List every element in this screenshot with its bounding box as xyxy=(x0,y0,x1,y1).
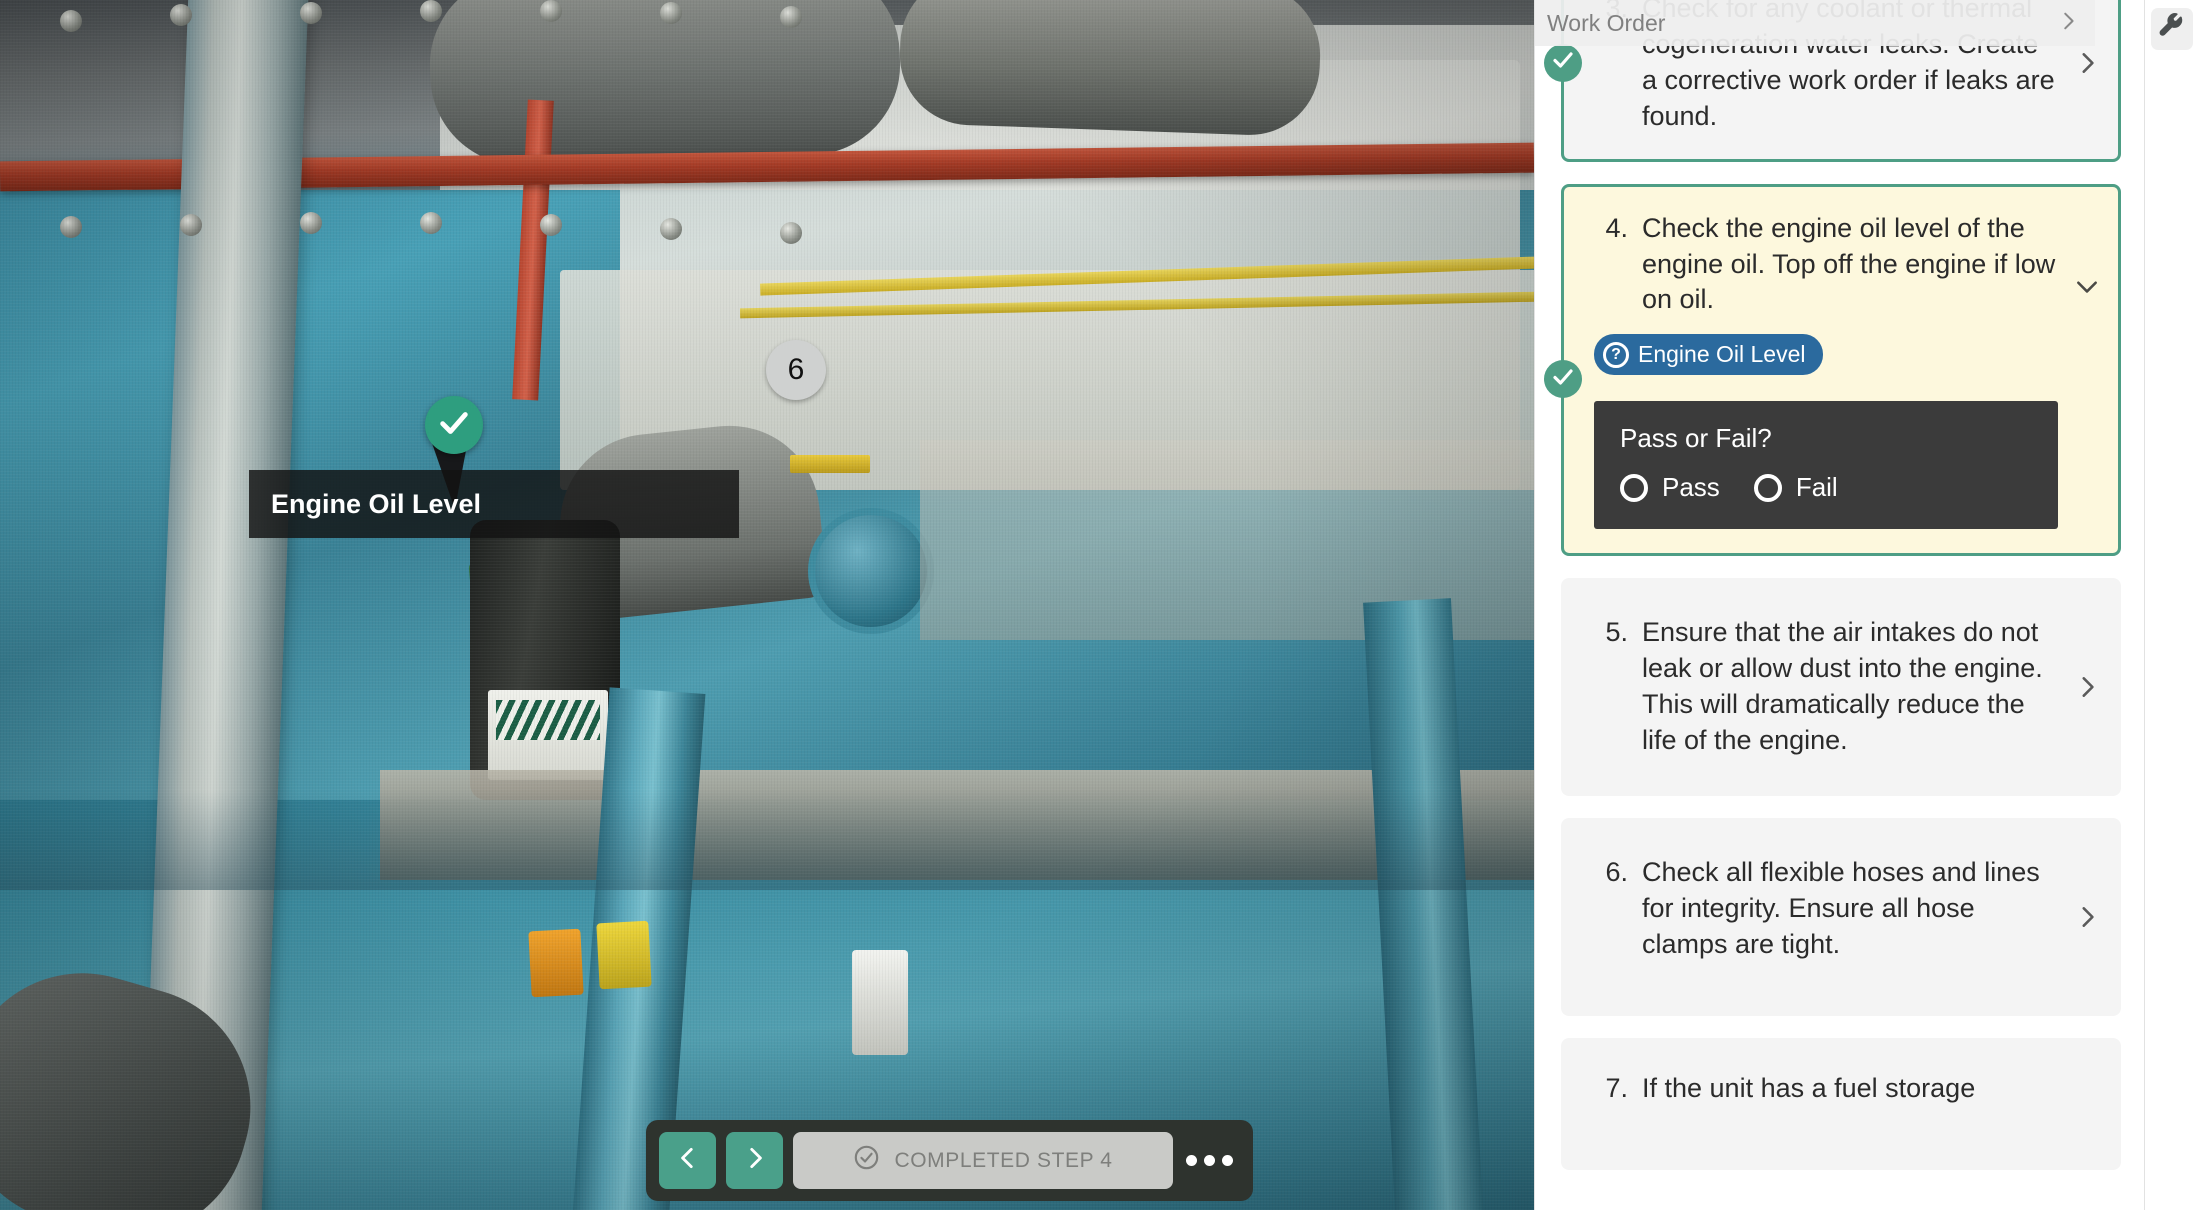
hotspot-tooltip-label: Engine Oil Level xyxy=(271,488,482,519)
next-step-button[interactable] xyxy=(726,1132,783,1189)
engine-photo xyxy=(0,0,1534,1210)
ellipsis-dot xyxy=(1185,1155,1197,1166)
step-number: 7. xyxy=(1605,1072,1628,1103)
fail-label: Fail xyxy=(1795,472,1838,503)
step-text: If the unit has a fuel storage xyxy=(1642,1072,1976,1103)
pass-fail-prompt: Pass or Fail? Pass Fail xyxy=(1594,401,2058,530)
check-circle-icon xyxy=(437,406,471,445)
ellipsis-dot xyxy=(1221,1155,1233,1166)
step-card-4[interactable]: 4. Check the engine oil level of the eng… xyxy=(1544,183,2121,557)
previous-step-button[interactable] xyxy=(659,1132,716,1189)
step-card-7[interactable]: 7. If the unit has a fuel storage xyxy=(1561,1037,2121,1170)
work-order-header[interactable]: Work Order xyxy=(1535,0,2095,46)
step-card-6[interactable]: 6. Check all flexible hoses and lines fo… xyxy=(1561,817,2121,1016)
step-number: 4. xyxy=(1605,212,1628,243)
hotspot-tooltip: Engine Oil Level xyxy=(249,470,739,538)
step-completed-badge xyxy=(1544,360,1582,399)
pass-radio-option[interactable]: Pass xyxy=(1620,472,1720,503)
work-order-steps-panel: 3. Check for any coolant or thermal coge… xyxy=(1534,0,2146,1210)
more-options-button[interactable] xyxy=(1183,1132,1235,1189)
check-icon xyxy=(1551,365,1575,394)
step-number: 6. xyxy=(1605,856,1628,887)
step-text: Check the engine oil level of the engine… xyxy=(1642,212,2056,315)
completed-step-label: COMPLETED STEP 4 xyxy=(894,1148,1113,1172)
step-text: Check all flexible hoses and lines for i… xyxy=(1642,856,2040,959)
radio-button-unselected[interactable] xyxy=(1753,473,1782,502)
asset-link-label: Engine Oil Level xyxy=(1638,341,1806,368)
asset-link-engine-oil-level[interactable]: ? Engine Oil Level xyxy=(1594,334,1823,376)
prompt-question: Pass or Fail? xyxy=(1620,423,1772,454)
tool-rail xyxy=(2144,0,2196,1210)
step-number: 5. xyxy=(1605,617,1628,648)
tools-button[interactable] xyxy=(2151,8,2193,50)
chevron-right-icon[interactable] xyxy=(2074,904,2100,930)
work-order-inspection-app: 6 Engine Oil Level COMPLETED STEP 4 a co… xyxy=(0,0,2196,1210)
chevron-right-icon xyxy=(742,1145,768,1176)
chevron-right-icon[interactable] xyxy=(2074,50,2100,76)
pass-label: Pass xyxy=(1662,472,1720,503)
photo-marker-number: 6 xyxy=(787,353,805,386)
completed-step-button[interactable]: COMPLETED STEP 4 xyxy=(793,1132,1173,1189)
chevron-right-icon[interactable] xyxy=(2074,674,2100,700)
check-circle-outline-icon xyxy=(853,1144,880,1177)
step-text: Ensure that the air intakes do not leak … xyxy=(1642,617,2043,756)
check-icon xyxy=(1551,48,1575,77)
chevron-right-icon[interactable] xyxy=(2057,10,2079,37)
chevron-down-icon[interactable] xyxy=(2074,273,2100,299)
hotspot-check-pin[interactable] xyxy=(425,396,483,454)
radio-button-unselected[interactable] xyxy=(1620,473,1648,502)
work-order-title: Work Order xyxy=(1547,9,1666,36)
step-card-5[interactable]: 5. Ensure that the air intakes do not le… xyxy=(1561,578,2121,796)
step-navigation-toolbar: COMPLETED STEP 4 xyxy=(646,1120,1253,1201)
photo-viewer[interactable]: 6 Engine Oil Level COMPLETED STEP 4 xyxy=(0,0,1534,1210)
steps-scroll-container[interactable]: 3. Check for any coolant or thermal coge… xyxy=(1535,0,2146,1210)
wrench-icon xyxy=(2158,12,2186,46)
step-completed-badge xyxy=(1544,43,1582,82)
fail-radio-option[interactable]: Fail xyxy=(1753,472,1838,503)
photo-marker-6[interactable]: 6 xyxy=(766,340,826,400)
ellipsis-dot xyxy=(1203,1155,1215,1166)
question-circle-icon: ? xyxy=(1603,341,1629,368)
chevron-left-icon xyxy=(675,1145,701,1176)
